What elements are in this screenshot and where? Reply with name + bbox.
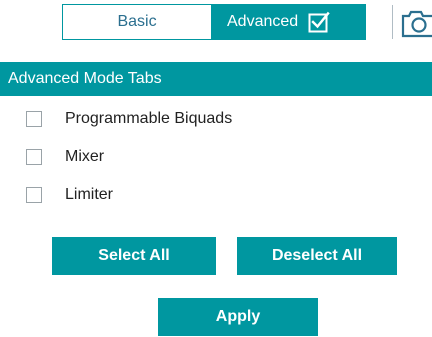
option-label: Mixer	[65, 148, 105, 165]
camera-button[interactable]	[392, 5, 432, 39]
option-checkbox[interactable]	[26, 187, 42, 203]
apply-button[interactable]: Apply	[158, 298, 318, 336]
deselect-all-button[interactable]: Deselect All	[237, 237, 397, 275]
section-title: Advanced Mode Tabs	[8, 70, 162, 87]
option-label: Limiter	[65, 186, 114, 203]
option-mixer[interactable]: Mixer	[26, 145, 104, 169]
basic-mode-button[interactable]: Basic	[63, 5, 211, 39]
option-checkbox[interactable]	[26, 149, 42, 165]
option-programmable-biquads[interactable]: Programmable Biquads	[26, 107, 232, 131]
option-limiter[interactable]: Limiter	[26, 183, 113, 207]
option-label: Programmable Biquads	[65, 110, 233, 127]
advanced-mode-label: Advanced	[227, 13, 299, 30]
checkbox-checked-icon	[308, 11, 330, 33]
camera-icon	[401, 10, 432, 38]
mode-toggle: Basic Advanced	[62, 4, 366, 40]
select-all-button[interactable]: Select All	[52, 237, 216, 275]
basic-mode-label: Basic	[117, 13, 157, 30]
option-checkbox[interactable]	[26, 111, 42, 127]
section-header: Advanced Mode Tabs	[0, 62, 432, 96]
advanced-mode-button[interactable]: Advanced	[211, 5, 365, 39]
advanced-mode-panel: Basic Advanced Advanced Mode Tabs Progra…	[0, 0, 432, 337]
